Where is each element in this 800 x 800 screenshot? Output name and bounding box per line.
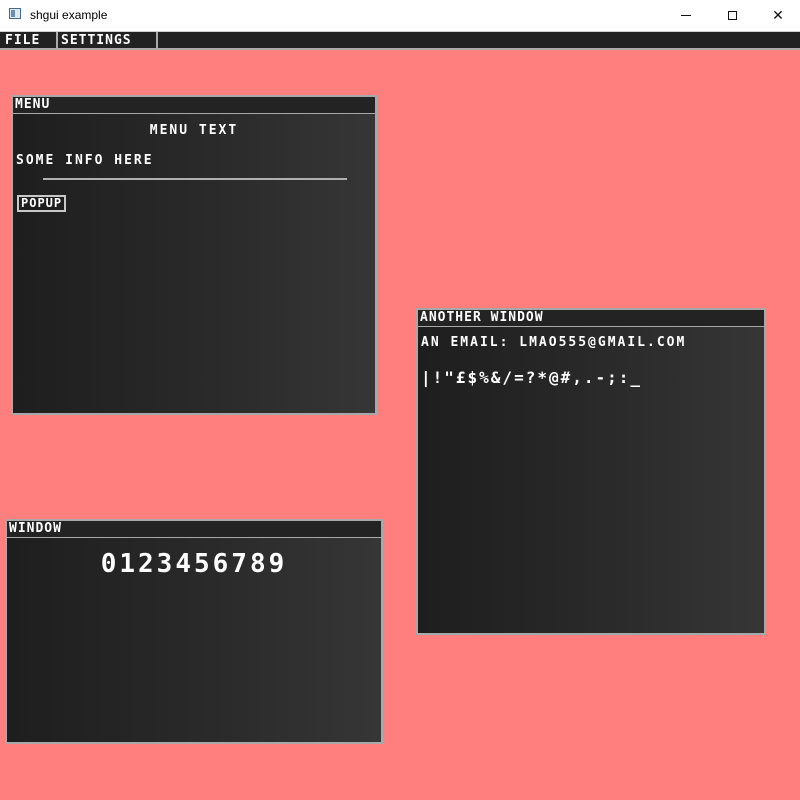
menu-window-title[interactable]: MENU — [13, 97, 375, 114]
app-icon — [9, 8, 21, 19]
digits-window-title[interactable]: WINDOW — [7, 521, 381, 538]
digits-text: 0123456789 — [100, 549, 288, 579]
symbols-text: |!"£$%&/=?*@#,.-;:_ — [421, 368, 643, 387]
minimize-icon — [681, 15, 691, 16]
maximize-icon — [727, 11, 737, 20]
menu-file[interactable]: FILE — [2, 32, 58, 48]
popup-button[interactable]: POPUP — [17, 195, 67, 212]
os-titlebar: shgui example ✕ — [0, 0, 800, 32]
menu-info-text: SOME INFO HERE — [16, 153, 154, 168]
minimize-button[interactable] — [663, 0, 709, 31]
maximize-button[interactable] — [709, 0, 755, 31]
another-window[interactable]: ANOTHER WINDOW AN EMAIL: LMAO555@GMAIL.C… — [416, 308, 766, 635]
close-icon: ✕ — [772, 7, 784, 24]
menu-heading-text: MENU TEXT — [149, 123, 239, 138]
digits-window[interactable]: WINDOW 0123456789 — [5, 519, 383, 744]
email-text: AN EMAIL: LMAO555@GMAIL.COM — [421, 335, 687, 350]
another-window-title[interactable]: ANOTHER WINDOW — [418, 310, 764, 327]
close-button[interactable]: ✕ — [755, 0, 800, 31]
separator — [43, 178, 347, 180]
window-title: shgui example — [30, 8, 108, 22]
menu-window[interactable]: MENU MENU TEXT SOME INFO HERE POPUP — [11, 95, 377, 415]
menubar: FILE SETTINGS — [0, 32, 800, 50]
menu-settings[interactable]: SETTINGS — [58, 32, 158, 48]
